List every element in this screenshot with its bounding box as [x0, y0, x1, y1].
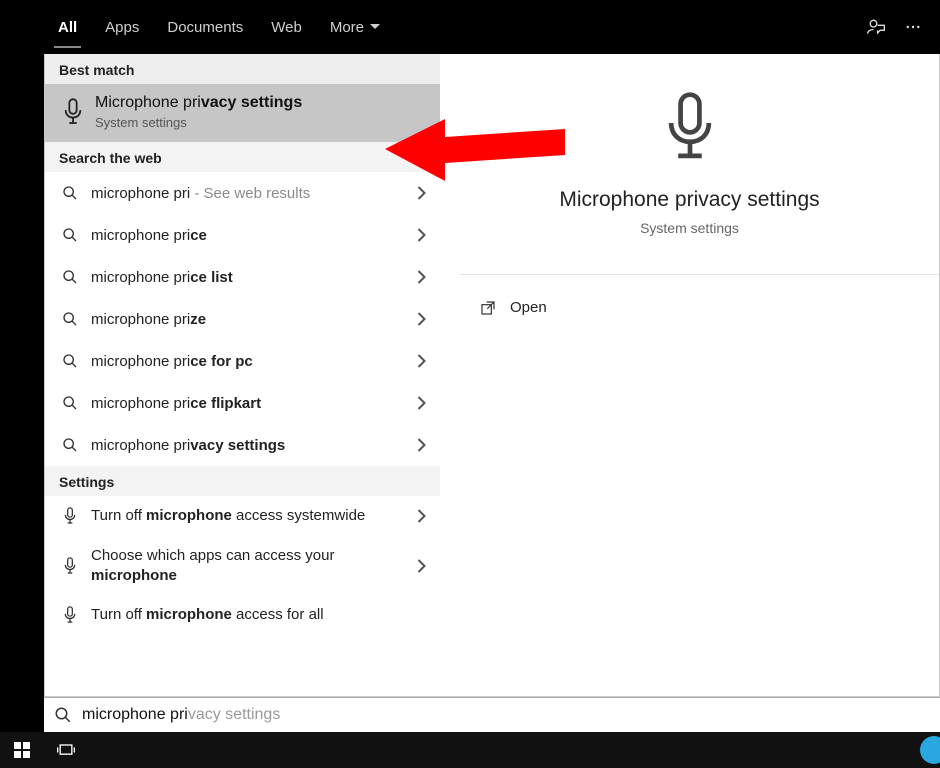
- web-suggestion[interactable]: microphone price flipkart: [45, 382, 440, 424]
- best-match-title: Microphone privacy settings: [95, 94, 302, 112]
- web-suggestion[interactable]: microphone price for pc: [45, 340, 440, 382]
- chevron-right-icon: [417, 438, 426, 452]
- suggestion-text: microphone prize: [91, 311, 417, 328]
- section-header-best-match: Best match: [45, 54, 440, 84]
- taskbar: [0, 732, 940, 768]
- results-column: Best match Microphone privacy settings S…: [45, 54, 440, 696]
- best-match-result[interactable]: Microphone privacy settings System setti…: [45, 84, 440, 142]
- search-icon: [59, 311, 81, 327]
- settings-result[interactable]: Turn off microphone access for all: [45, 595, 440, 627]
- suggestion-text: microphone pri - See web results: [91, 185, 417, 202]
- chevron-right-icon: [417, 186, 426, 200]
- microphone-icon: [440, 90, 939, 170]
- web-suggestion[interactable]: microphone privacy settings: [45, 424, 440, 466]
- chevron-right-icon: [417, 270, 426, 284]
- settings-result[interactable]: Turn off microphone access systemwide: [45, 496, 440, 536]
- microphone-icon: [59, 506, 81, 526]
- open-action[interactable]: Open: [480, 299, 547, 316]
- divider: [460, 274, 939, 275]
- suggestion-text: microphone price for pc: [91, 353, 417, 370]
- tab-all[interactable]: All: [44, 0, 91, 54]
- search-icon: [59, 395, 81, 411]
- web-suggestion[interactable]: microphone pri - See web results: [45, 172, 440, 214]
- chevron-down-icon: [370, 24, 380, 30]
- tab-more[interactable]: More: [316, 0, 394, 54]
- chevron-right-icon: [417, 559, 426, 573]
- best-match-subtitle: System settings: [95, 115, 302, 130]
- suggestion-text: microphone price flipkart: [91, 395, 417, 412]
- web-suggestion[interactable]: microphone price: [45, 214, 440, 256]
- search-icon: [59, 353, 81, 369]
- left-black-gutter: [0, 0, 44, 732]
- chevron-right-icon: [417, 509, 426, 523]
- preview-title: Microphone privacy settings: [440, 188, 939, 212]
- tray-circle-icon[interactable]: [920, 736, 940, 764]
- settings-result-text: Turn off microphone access for all: [91, 605, 426, 625]
- suggestion-text: microphone price: [91, 227, 417, 244]
- search-icon: [59, 227, 81, 243]
- search-icon: [59, 269, 81, 285]
- chevron-right-icon: [417, 396, 426, 410]
- section-header-settings: Settings: [45, 466, 440, 496]
- search-input-value: microphone privacy settings: [82, 706, 280, 724]
- microphone-icon: [59, 97, 87, 127]
- open-label: Open: [510, 299, 547, 316]
- search-input-bar[interactable]: microphone privacy settings: [44, 697, 940, 732]
- chevron-right-icon: [417, 228, 426, 242]
- search-icon: [59, 437, 81, 453]
- chevron-right-icon: [417, 312, 426, 326]
- settings-result-text: Turn off microphone access systemwide: [91, 506, 417, 526]
- more-options-icon[interactable]: [904, 18, 922, 36]
- preview-subtitle: System settings: [440, 220, 939, 236]
- tab-documents[interactable]: Documents: [153, 0, 257, 54]
- settings-result[interactable]: Choose which apps can access your microp…: [45, 536, 440, 595]
- suggestion-text: microphone price list: [91, 269, 417, 286]
- task-view-button[interactable]: [44, 732, 88, 768]
- search-results-panel: Best match Microphone privacy settings S…: [44, 54, 940, 697]
- section-header-search-web: Search the web: [45, 142, 440, 172]
- tab-apps[interactable]: Apps: [91, 0, 153, 54]
- feedback-icon[interactable]: [866, 17, 886, 37]
- tab-web[interactable]: Web: [257, 0, 316, 54]
- search-scope-tabs: All Apps Documents Web More: [44, 0, 940, 54]
- start-button[interactable]: [0, 732, 44, 768]
- microphone-icon: [59, 556, 81, 576]
- suggestion-text: microphone privacy settings: [91, 437, 417, 454]
- settings-result-text: Choose which apps can access your microp…: [91, 546, 417, 585]
- microphone-icon: [59, 605, 81, 625]
- open-icon: [480, 300, 496, 316]
- web-suggestion[interactable]: microphone price list: [45, 256, 440, 298]
- search-icon: [54, 706, 72, 724]
- web-suggestion[interactable]: microphone prize: [45, 298, 440, 340]
- result-preview-pane: Microphone privacy settings System setti…: [440, 54, 939, 696]
- chevron-right-icon: [417, 354, 426, 368]
- tab-more-label: More: [330, 19, 364, 36]
- search-icon: [59, 185, 81, 201]
